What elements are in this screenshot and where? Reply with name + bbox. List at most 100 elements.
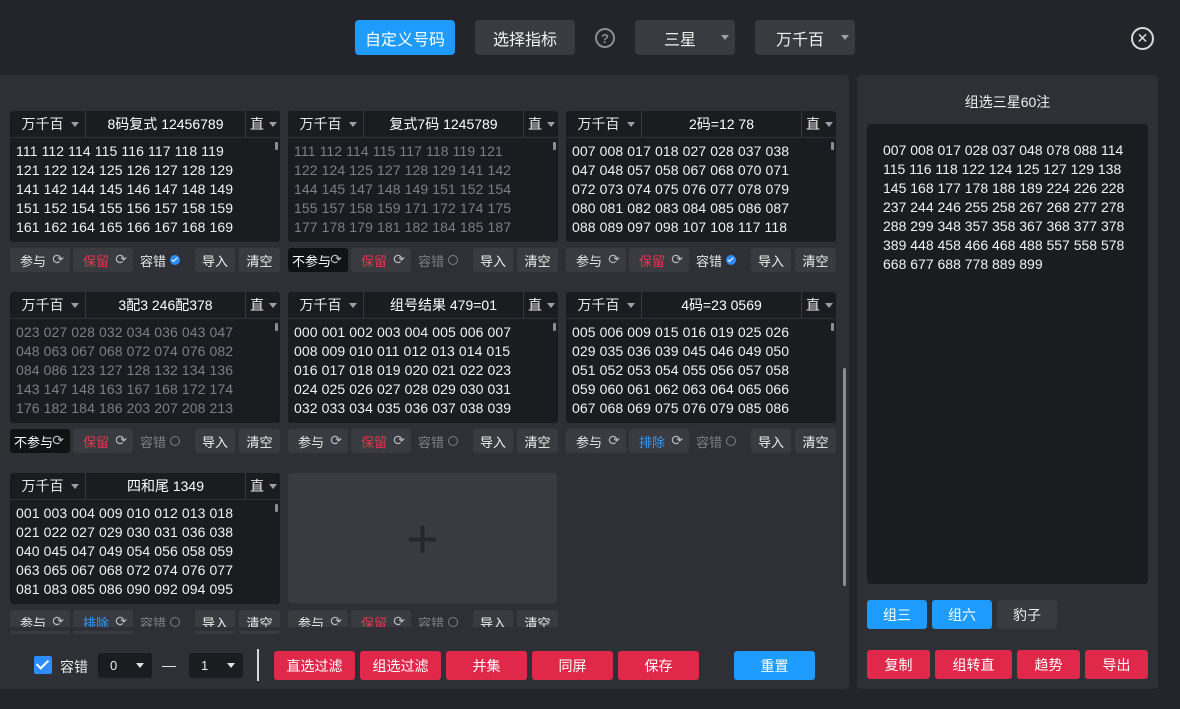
import-button[interactable]: 导入 (751, 429, 791, 453)
card-numbers[interactable]: 005 006 009 015 016 019 025 026 029 035 0… (566, 319, 836, 423)
keep-label: 保留 (639, 253, 666, 269)
import-button[interactable]: 导入 (473, 610, 513, 627)
card-header: 万千百 8码复式 12456789 直 (10, 111, 280, 137)
join-toggle[interactable]: 参与 ⟳ (288, 610, 348, 627)
card-scrollbar[interactable] (275, 323, 278, 331)
card-scrollbar[interactable] (553, 142, 556, 150)
chevron-down-icon (547, 122, 555, 127)
add-card-button[interactable]: + (288, 473, 557, 603)
clear-button[interactable]: 清空 (517, 610, 558, 627)
direct-filter-button[interactable]: 直选过滤 (274, 651, 355, 680)
number-line: 024 025 026 027 028 029 030 031 (294, 381, 512, 397)
card-position-select[interactable]: 万千百 (288, 292, 364, 318)
clear-button[interactable]: 清空 (795, 248, 836, 272)
clear-button[interactable]: 清空 (239, 248, 280, 272)
card-numbers[interactable]: 007 008 017 018 027 028 037 038 047 048 0… (566, 138, 836, 242)
card-footer: 参与 ⟳ 保留 ⟳ 容错 导入 清空 (10, 248, 280, 272)
keep-toggle[interactable]: 保留 ⟳ (73, 429, 133, 453)
card-numbers[interactable]: 111 112 114 115 116 117 118 119 121 122 1… (10, 138, 280, 242)
save-button[interactable]: 保存 (618, 651, 699, 680)
card-scrollbar[interactable] (275, 142, 278, 150)
tolerance-toggle[interactable]: 容错 (140, 248, 190, 272)
card-numbers[interactable]: 111 112 114 115 117 118 119 121 122 124 1… (288, 138, 558, 242)
card-mode-select[interactable]: 直 (524, 111, 558, 137)
tolerance-toggle[interactable]: 容错 (140, 429, 190, 453)
position-select[interactable]: 万千百 (755, 20, 855, 55)
card-numbers[interactable]: 000 001 002 003 004 005 006 007 008 009 0… (288, 319, 558, 423)
card-position-select[interactable]: 万千百 (10, 473, 86, 499)
card-numbers[interactable]: 023 027 028 032 034 036 043 047 048 063 0… (10, 319, 280, 423)
card-footer: 参与 ⟳ 保留 ⟳ 容错 导入 清空 (288, 429, 558, 453)
export-button[interactable]: 导出 (1085, 650, 1148, 679)
clear-button[interactable]: 清空 (517, 429, 558, 453)
star-select[interactable]: 三星 (635, 20, 735, 55)
tolerance-toggle[interactable]: 容错 (696, 429, 746, 453)
card-mode-select[interactable]: 直 (524, 292, 558, 318)
card-mode-select[interactable]: 直 (802, 292, 836, 318)
tolerance-toggle[interactable]: 容错 (418, 610, 468, 627)
card-scrollbar[interactable] (831, 142, 834, 150)
join-toggle[interactable]: 参与 ⟳ (10, 248, 70, 272)
panel-scrollbar[interactable] (843, 368, 846, 586)
cycle-icon: ⟳ (671, 251, 683, 267)
result-numbers-box[interactable]: 007 008 017 028 037 048 078 088 114 115 … (867, 124, 1148, 584)
card-mode-select[interactable]: 直 (802, 111, 836, 137)
card-position-select[interactable]: 万千百 (566, 111, 642, 137)
tab-group6[interactable]: 组六 (932, 600, 992, 629)
join-toggle[interactable]: 不参与 ⟳ (288, 248, 348, 272)
card-position-select[interactable]: 万千百 (566, 292, 642, 318)
card-position-select[interactable]: 万千百 (10, 292, 86, 318)
import-button[interactable]: 导入 (195, 248, 235, 272)
card-numbers[interactable]: 001 003 004 009 010 012 013 018 021 022 0… (10, 500, 280, 604)
clear-button[interactable]: 清空 (795, 429, 836, 453)
number-line: 084 086 123 127 128 132 134 136 (16, 362, 234, 378)
tolerance-max-select[interactable]: 1 (189, 653, 243, 678)
clear-button[interactable]: 清空 (239, 429, 280, 453)
union-button[interactable]: 并集 (446, 651, 527, 680)
card-mode-select[interactable]: 直 (246, 292, 280, 318)
card-mode-select[interactable]: 直 (246, 111, 280, 137)
group-filter-button[interactable]: 组选过滤 (360, 651, 441, 680)
tab-group3[interactable]: 组三 (867, 600, 927, 629)
trend-button[interactable]: 趋势 (1017, 650, 1080, 679)
card-position-select[interactable]: 万千百 (10, 111, 86, 137)
card-position-select[interactable]: 万千百 (288, 111, 364, 137)
tolerance-toggle[interactable]: 容错 (418, 248, 468, 272)
card-header: 万千百 组号结果 479=01 直 (288, 292, 558, 318)
custom-numbers-button[interactable]: 自定义号码 (355, 20, 455, 55)
import-button[interactable]: 导入 (473, 429, 513, 453)
keep-toggle[interactable]: 保留 ⟳ (629, 248, 689, 272)
keep-toggle[interactable]: 保留 ⟳ (73, 248, 133, 272)
join-toggle[interactable]: 不参与 ⟳ (10, 429, 70, 453)
import-button[interactable]: 导入 (195, 429, 235, 453)
keep-toggle[interactable]: 排除 ⟳ (629, 429, 689, 453)
tolerance-min-select[interactable]: 0 (98, 653, 152, 678)
card-mode-value: 直 (250, 478, 264, 494)
join-toggle[interactable]: 参与 ⟳ (288, 429, 348, 453)
join-toggle[interactable]: 参与 ⟳ (566, 429, 626, 453)
tab-leopard[interactable]: 豹子 (997, 600, 1057, 629)
card-scrollbar[interactable] (553, 323, 556, 331)
reset-button[interactable]: 重置 (734, 651, 815, 680)
import-button[interactable]: 导入 (473, 248, 513, 272)
keep-toggle[interactable]: 保留 ⟳ (351, 610, 411, 627)
help-icon[interactable]: ? (595, 28, 615, 48)
keep-label: 保留 (361, 253, 388, 269)
import-button[interactable]: 导入 (751, 248, 791, 272)
close-icon[interactable]: ✕ (1131, 27, 1154, 50)
tolerance-label: 容错 (696, 253, 723, 269)
tolerance-toggle[interactable]: 容错 (696, 248, 746, 272)
convert-to-direct-button[interactable]: 组转直 (935, 650, 1012, 679)
card-scrollbar[interactable] (275, 504, 278, 512)
tolerance-checkbox[interactable] (34, 656, 52, 674)
keep-toggle[interactable]: 保留 ⟳ (351, 429, 411, 453)
tolerance-toggle[interactable]: 容错 (418, 429, 468, 453)
same-screen-button[interactable]: 同屏 (532, 651, 613, 680)
select-indicator-button[interactable]: 选择指标 (475, 20, 575, 55)
card-mode-select[interactable]: 直 (246, 473, 280, 499)
card-scrollbar[interactable] (831, 323, 834, 331)
copy-button[interactable]: 复制 (867, 650, 930, 679)
keep-toggle[interactable]: 保留 ⟳ (351, 248, 411, 272)
join-toggle[interactable]: 参与 ⟳ (566, 248, 626, 272)
clear-button[interactable]: 清空 (517, 248, 558, 272)
